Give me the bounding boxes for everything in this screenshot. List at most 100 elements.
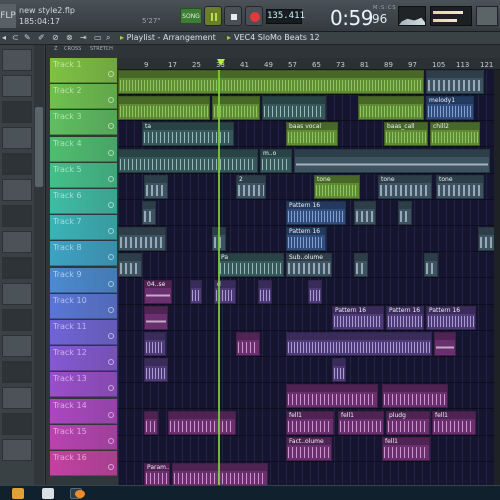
pattern-clip[interactable] (286, 384, 378, 409)
pattern-clip[interactable] (168, 410, 236, 435)
pattern-clip[interactable]: fell1 (432, 410, 476, 435)
track-enable-toggle[interactable] (108, 97, 114, 104)
browser-item[interactable] (2, 283, 32, 305)
track-header[interactable]: Track 13 (50, 372, 117, 398)
zoom-icon[interactable]: ⌕ (106, 33, 110, 43)
track-header[interactable]: Track 14 (50, 398, 117, 424)
browser-item[interactable] (2, 335, 32, 357)
playlist-scrollbar[interactable] (494, 70, 500, 485)
track-header[interactable]: Track 15 (50, 424, 117, 450)
pattern-clip[interactable]: baas_call (384, 122, 428, 147)
browser-item[interactable] (2, 387, 32, 409)
pattern-clip[interactable] (144, 358, 168, 383)
pattern-clip[interactable]: Pattern 16 (286, 227, 326, 252)
song-mode-button[interactable]: SONG (180, 8, 202, 24)
pattern-clip[interactable]: 04..se (144, 279, 172, 304)
delete-icon[interactable]: ⊘ (52, 33, 59, 42)
pattern-clip[interactable] (354, 253, 368, 278)
chevron-left-icon[interactable]: ◂ (2, 33, 6, 42)
track-enable-toggle[interactable] (108, 71, 114, 77)
stop-button[interactable] (224, 6, 242, 26)
pattern-clip[interactable] (118, 96, 210, 121)
browser-item[interactable] (2, 257, 32, 279)
brush-icon[interactable]: ✐ (38, 33, 45, 42)
track-header[interactable]: Track 5 (50, 162, 117, 188)
pattern-clip[interactable] (144, 174, 168, 199)
track-header[interactable]: Track 9 (50, 267, 117, 293)
browser-item[interactable] (2, 127, 32, 149)
track-enable-toggle[interactable] (108, 385, 114, 392)
pattern-clip[interactable]: Pattern 16 (286, 201, 346, 225)
pattern-clip[interactable]: fell1 (382, 436, 430, 461)
pattern-clip[interactable]: chill2 (430, 122, 480, 147)
track-enable-toggle[interactable] (108, 359, 114, 366)
folder-icon[interactable] (12, 488, 24, 499)
pattern-clip[interactable] (142, 201, 156, 225)
track-header[interactable]: Track 2 (50, 84, 117, 110)
pattern-clip[interactable] (118, 227, 166, 252)
browser-item[interactable] (2, 309, 32, 331)
fl-studio-icon[interactable] (70, 488, 85, 499)
pattern-clip[interactable] (426, 70, 484, 94)
track-header[interactable]: Track 11 (50, 320, 117, 345)
track-header[interactable]: Track 4 (50, 136, 117, 162)
pattern-clip[interactable]: Pattern 16 (386, 305, 424, 330)
track-enable-toggle[interactable] (108, 464, 114, 470)
tempo-display[interactable]: 135.411 (266, 9, 305, 24)
playlist-grid[interactable]: melody1 ta baas vocal baas_call chill2 m..o 2 t… (118, 70, 500, 485)
track-header[interactable]: Track 12 (50, 346, 117, 372)
pattern-clip[interactable]: Pattern 16 (332, 305, 384, 330)
arrangement-name[interactable]: Arrangement (163, 33, 216, 42)
track-enable-toggle[interactable] (108, 254, 114, 261)
app-icon[interactable] (42, 488, 54, 499)
track-lane[interactable] (118, 358, 500, 384)
pattern-clip[interactable]: Fact..olume (286, 436, 332, 461)
track-header[interactable]: Track 8 (50, 241, 117, 267)
pattern-clip[interactable] (236, 332, 260, 356)
browser-item[interactable] (2, 101, 32, 123)
pattern-clip[interactable] (172, 463, 268, 485)
pattern-clip[interactable]: tone (436, 174, 484, 199)
scroll-thumb[interactable] (35, 107, 43, 187)
browser-item[interactable] (2, 49, 32, 71)
playhead[interactable] (218, 70, 220, 485)
track-header[interactable]: Track 3 (50, 110, 117, 136)
pattern-clip[interactable]: Param..EQ 2 L - Band 1 freq (144, 463, 170, 485)
browser-scrollbar[interactable] (34, 45, 44, 485)
track-enable-toggle[interactable] (108, 411, 114, 418)
pattern-clip[interactable]: melody1 (426, 96, 474, 121)
pattern-clip[interactable] (332, 358, 346, 383)
pattern-clip[interactable]: tone (314, 174, 360, 199)
pattern-clip[interactable] (434, 332, 456, 356)
track-enable-toggle[interactable] (108, 175, 114, 182)
browser-item[interactable] (2, 413, 32, 435)
pattern-clip[interactable]: baas vocal (286, 122, 338, 147)
pattern-clip[interactable] (358, 96, 424, 121)
pattern-clip[interactable]: fell1 (338, 410, 384, 435)
select-icon[interactable]: ▭ (94, 33, 102, 42)
pattern-clip[interactable] (118, 148, 258, 173)
pattern-selector[interactable]: ▸ VEC4 SloMo Beats 12 (227, 33, 320, 42)
pattern-clip[interactable]: fell1 (286, 410, 334, 435)
browser-item[interactable] (2, 179, 32, 201)
track-header[interactable]: Track 7 (50, 215, 117, 241)
pause-button[interactable] (204, 6, 222, 26)
timeline-ruler[interactable]: 9 17 25 33 41 49 57 65 73 81 89 97 105 113 121 (118, 58, 500, 70)
track-enable-toggle[interactable] (108, 123, 114, 130)
track-header[interactable]: Track 6 (50, 189, 117, 214)
track-enable-toggle[interactable] (108, 333, 114, 339)
browser-item[interactable] (2, 231, 32, 253)
pattern-clip[interactable] (286, 332, 432, 356)
pencil-icon[interactable]: ✎ (24, 33, 31, 42)
browser-item[interactable] (2, 205, 32, 227)
magnet-icon[interactable]: ⊂ (12, 33, 19, 42)
pattern-clip[interactable] (262, 96, 326, 121)
pattern-clip[interactable]: m..o (260, 148, 292, 173)
pattern-clip[interactable] (294, 148, 490, 173)
pattern-clip[interactable]: ta (142, 122, 234, 147)
pattern-clip[interactable] (398, 201, 412, 225)
output-indicator[interactable] (476, 6, 498, 26)
track-enable-toggle[interactable] (108, 437, 114, 444)
record-button[interactable] (245, 6, 263, 26)
pattern-clip[interactable] (118, 253, 142, 278)
